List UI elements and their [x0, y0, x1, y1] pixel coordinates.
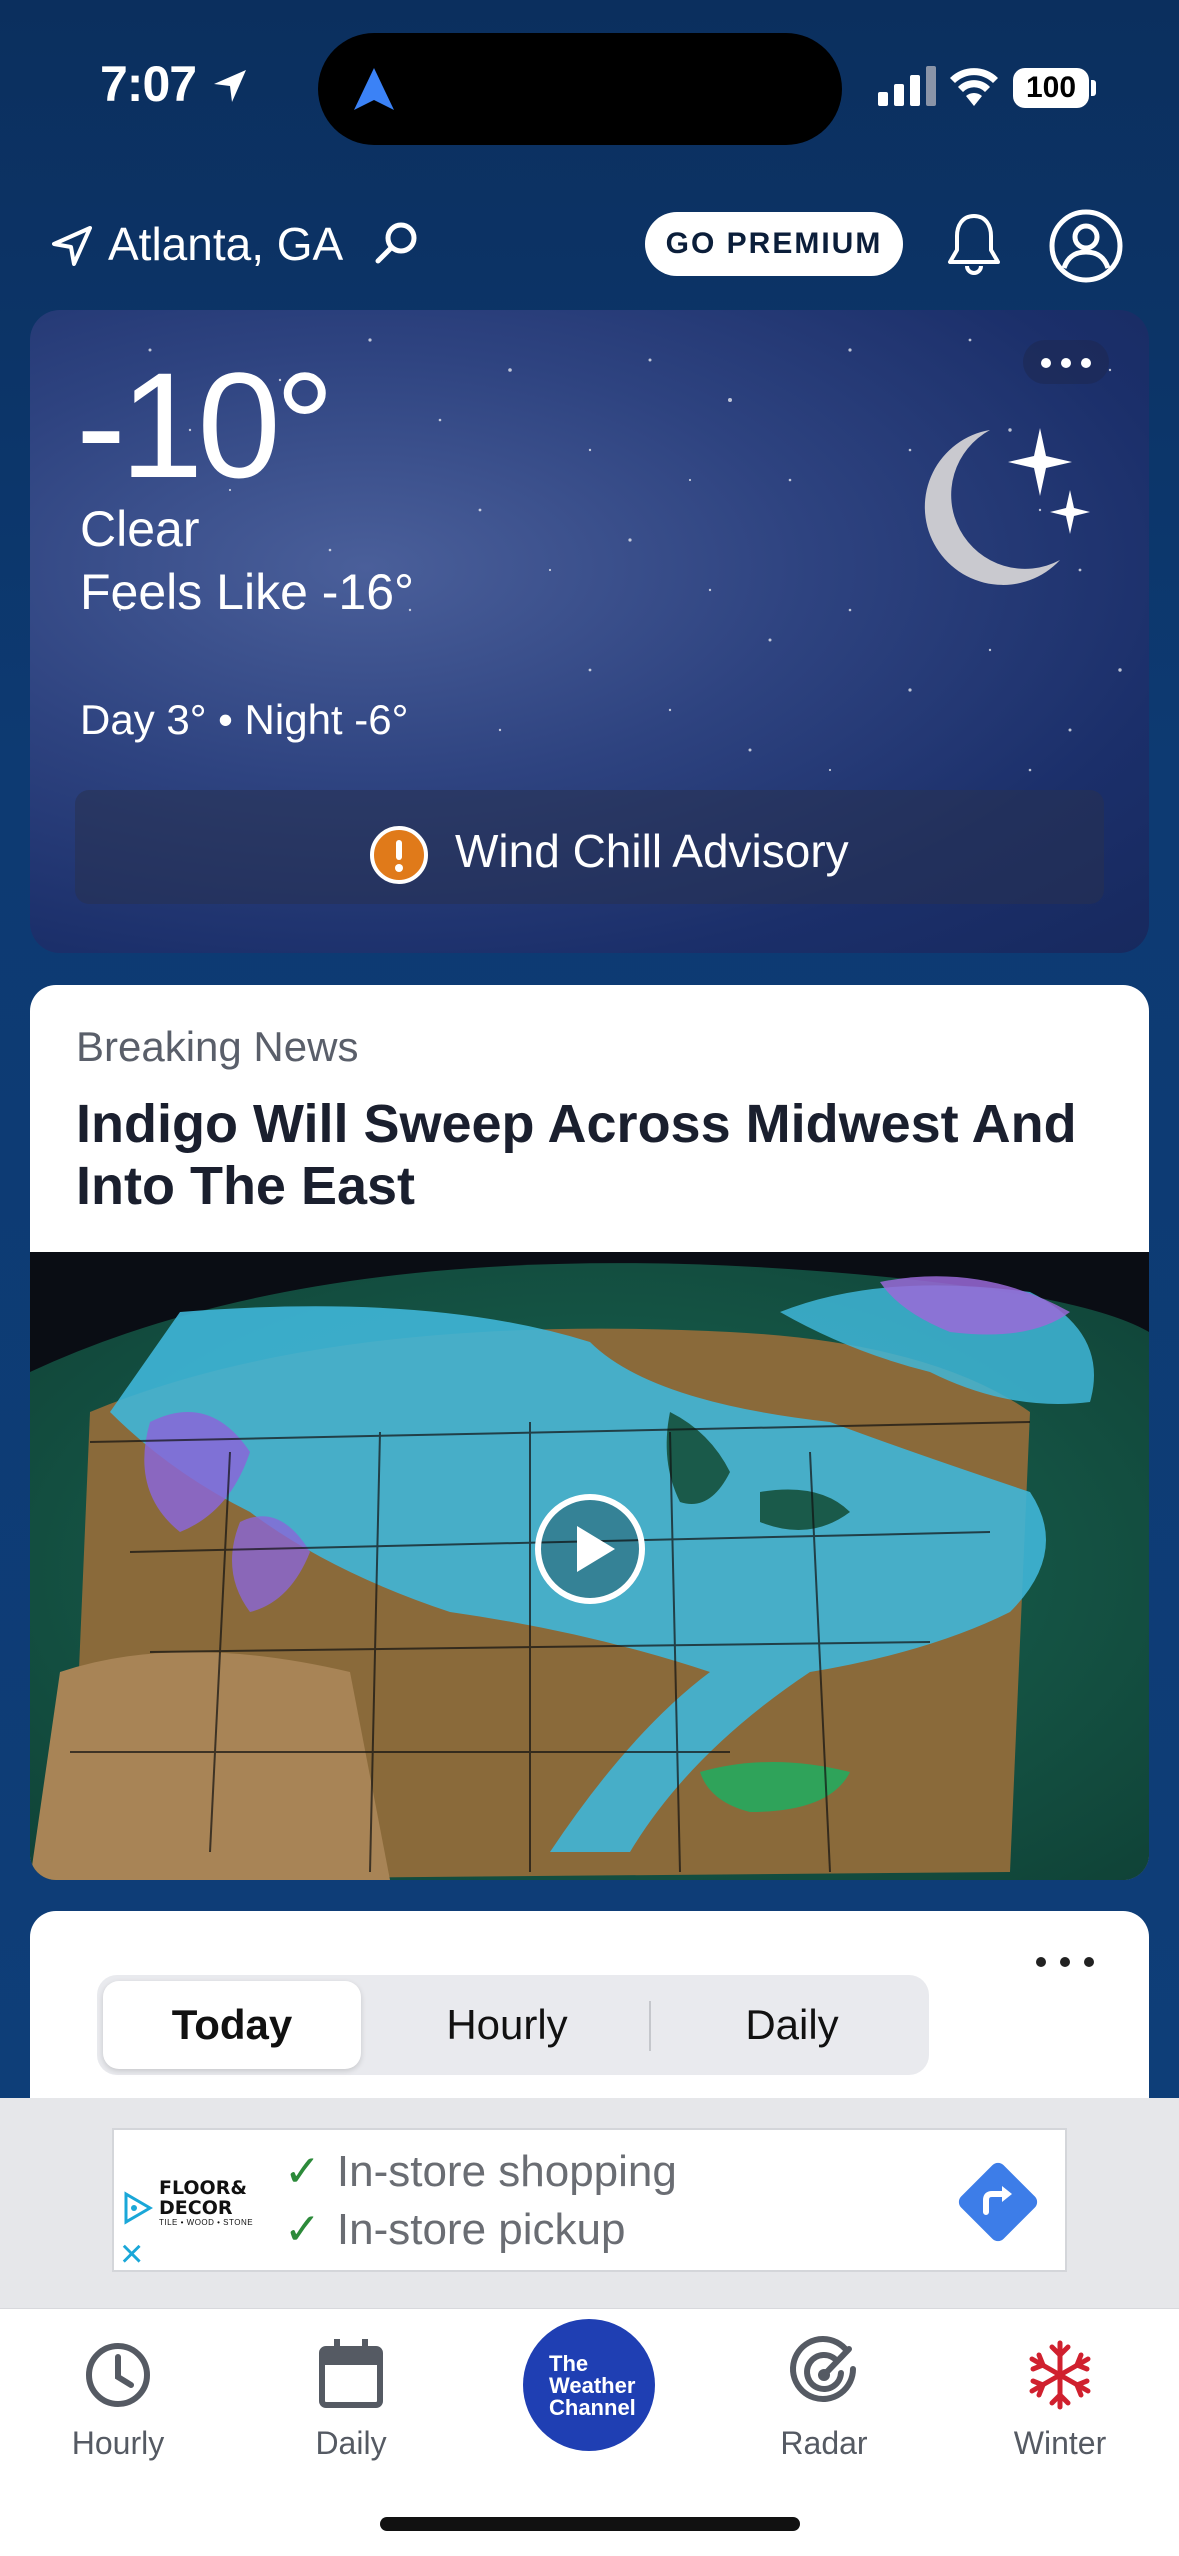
battery-indicator: 100 [1013, 68, 1089, 108]
tab-today[interactable]: Today [103, 1981, 361, 2069]
app-header: Atlanta, GA GO PREMIUM [0, 200, 1179, 290]
tab-daily[interactable]: Daily [662, 1981, 922, 2069]
tab-bar-daily-label: Daily [315, 2425, 387, 2461]
twc-logo-line2: Weather [549, 2373, 636, 2398]
moon-stars-icon [924, 428, 1090, 585]
segment-divider [649, 2001, 651, 2051]
ad-close-icon[interactable]: × [120, 2234, 143, 2274]
tab-bar-hourly-label: Hourly [71, 2425, 165, 2461]
wifi-icon [950, 68, 998, 106]
ad-banner[interactable]: × FLOOR& DECOR TILE • WOOD • STONE ✓ In-s… [112, 2128, 1067, 2274]
tab-bar-radar-label: Radar [780, 2425, 868, 2461]
ad-line-2: ✓ In-store pickup [284, 2204, 625, 2255]
twc-logo-line1: The [549, 2351, 589, 2376]
current-temperature: -10° [76, 341, 335, 509]
tab-bar-winter-label: Winter [1013, 2425, 1107, 2461]
go-premium-button[interactable]: GO PREMIUM [645, 212, 903, 276]
floor-decor-logo: FLOOR& DECOR TILE • WOOD • STONE [159, 2178, 259, 2227]
current-conditions-card[interactable]: -10° Clear Feels Like -16° Day 3° • Nigh… [30, 310, 1149, 953]
ad-brand-sub: TILE • WOOD • STONE [159, 2218, 254, 2227]
location-services-icon [214, 70, 246, 102]
ad-line-1: ✓ In-store shopping [284, 2146, 677, 2197]
tab-bar-radar[interactable]: Radar [724, 2329, 924, 2462]
location-name[interactable]: Atlanta, GA [108, 217, 343, 271]
ad-brand-line2: DECOR [159, 2197, 233, 2219]
more-options-button[interactable] [1023, 340, 1109, 384]
snowflake-icon [1029, 2340, 1091, 2410]
radar-icon [790, 2336, 856, 2402]
news-section-label: Breaking News [76, 1023, 359, 1070]
checkmark-icon: ✓ [284, 2147, 321, 2196]
weather-channel-logo-button[interactable]: The Weather Channel [523, 2319, 655, 2451]
ad-banner-area: × FLOOR& DECOR TILE • WOOD • STONE ✓ In-s… [0, 2098, 1179, 2308]
forecast-segmented-control: Today Hourly Daily [97, 1975, 929, 2075]
search-icon[interactable] [373, 220, 419, 266]
bell-icon[interactable] [945, 210, 1003, 276]
advisory-label: Wind Chill Advisory [455, 825, 849, 877]
directions-icon[interactable] [956, 2160, 1040, 2244]
clock-icon [86, 2343, 150, 2407]
location-arrow-icon[interactable] [52, 226, 92, 266]
navigation-arrow-icon [354, 68, 394, 110]
dynamic-island [318, 33, 842, 145]
tab-hourly[interactable]: Hourly [377, 1981, 637, 2069]
calendar-icon [319, 2339, 383, 2408]
checkmark-icon: ✓ [284, 2205, 321, 2254]
current-condition: Clear [80, 501, 200, 557]
battery-tip [1091, 80, 1096, 96]
ad-line-2-text: In-store pickup [336, 2205, 626, 2254]
wind-chill-advisory-button[interactable]: Wind Chill Advisory [75, 790, 1104, 904]
status-time: 7:07 [100, 56, 197, 112]
tab-bar-winter[interactable]: Winter [960, 2329, 1160, 2462]
alert-icon [370, 826, 428, 884]
adchoices-icon[interactable] [120, 2190, 154, 2226]
ad-brand-line1: FLOOR& [159, 2177, 247, 2199]
feels-like-temperature: Feels Like -16° [80, 564, 415, 620]
twc-logo-line3: Channel [549, 2395, 636, 2420]
play-video-icon[interactable] [533, 1492, 647, 1606]
day-night-temperatures: Day 3° • Night -6° [80, 696, 409, 743]
cellular-signal-icon [878, 66, 936, 106]
news-headline[interactable]: Indigo Will Sweep Across Midwest And Int… [76, 1093, 1116, 1217]
breaking-news-card[interactable]: Breaking News Indigo Will Sweep Across M… [30, 985, 1149, 1880]
account-icon[interactable] [1048, 208, 1124, 284]
tab-bar-hourly[interactable]: Hourly [18, 2329, 218, 2462]
status-bar: 7:07 100 [0, 0, 1179, 170]
ad-line-1-text: In-store shopping [336, 2147, 677, 2196]
home-indicator[interactable] [380, 2517, 800, 2531]
forecast-more-options-button[interactable] [1030, 1947, 1100, 1977]
tab-bar-daily[interactable]: Daily [251, 2329, 451, 2462]
